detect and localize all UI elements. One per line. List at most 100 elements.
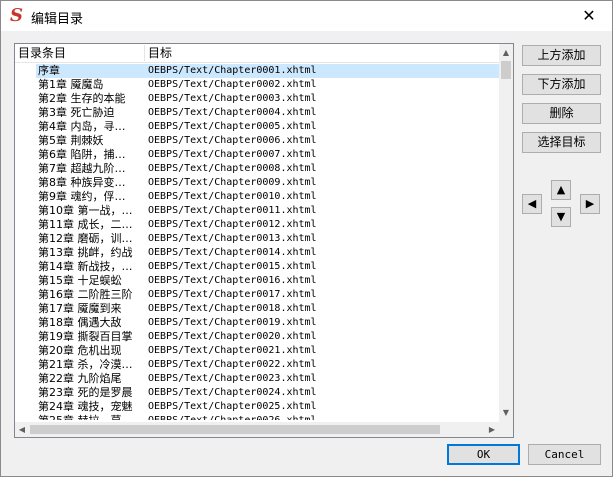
table-row[interactable]: 第13章 挑衅，约战 OEBPS/Text/Chapter0014.xhtml	[15, 246, 499, 260]
toc-entry-target[interactable]: OEBPS/Text/Chapter0016.xhtml	[146, 274, 499, 288]
toc-entry-target[interactable]: OEBPS/Text/Chapter0014.xhtml	[146, 246, 499, 260]
column-header-entry[interactable]: 目录条目	[15, 44, 143, 62]
table-row[interactable]: 第1章 魇魔岛 OEBPS/Text/Chapter0002.xhtml	[15, 78, 499, 92]
table-row[interactable]: 第7章 超越九阶… OEBPS/Text/Chapter0008.xhtml	[15, 162, 499, 176]
cancel-button[interactable]: Cancel	[528, 444, 601, 465]
toc-entry-title[interactable]: 第13章 挑衅，约战	[36, 246, 146, 260]
horizontal-scroll-thumb[interactable]	[30, 425, 440, 434]
toc-entry-target[interactable]: OEBPS/Text/Chapter0026.xhtml	[146, 414, 499, 420]
table-row[interactable]: 第19章 撕裂百目掌 OEBPS/Text/Chapter0020.xhtml	[15, 330, 499, 344]
toc-entry-title[interactable]: 第21章 杀，冷漠…	[36, 358, 146, 372]
ok-button[interactable]: OK	[447, 444, 520, 465]
toc-entry-title[interactable]: 第25章 赫拉，莫…	[36, 414, 146, 420]
toc-entry-target[interactable]: OEBPS/Text/Chapter0012.xhtml	[146, 218, 499, 232]
toc-entry-target[interactable]: OEBPS/Text/Chapter0018.xhtml	[146, 302, 499, 316]
toc-entry-title[interactable]: 第9章 魂约，俘…	[36, 190, 146, 204]
toc-entry-target[interactable]: OEBPS/Text/Chapter0006.xhtml	[146, 134, 499, 148]
toc-entry-title[interactable]: 第6章 陷阱，捕…	[36, 148, 146, 162]
table-row[interactable]: 第17章 魇魔到来 OEBPS/Text/Chapter0018.xhtml	[15, 302, 499, 316]
close-icon[interactable]: ✕	[566, 1, 612, 31]
toc-entry-target[interactable]: OEBPS/Text/Chapter0015.xhtml	[146, 260, 499, 274]
table-row[interactable]: 第18章 偶遇大敌 OEBPS/Text/Chapter0019.xhtml	[15, 316, 499, 330]
toc-entry-title[interactable]: 第18章 偶遇大敌	[36, 316, 146, 330]
scroll-down-icon[interactable]: ▼	[499, 406, 513, 420]
vertical-scroll-thumb[interactable]	[501, 61, 511, 79]
toc-entry-target[interactable]: OEBPS/Text/Chapter0008.xhtml	[146, 162, 499, 176]
scroll-right-icon[interactable]: ▶	[485, 422, 499, 437]
table-row[interactable]: 第21章 杀，冷漠… OEBPS/Text/Chapter0022.xhtml	[15, 358, 499, 372]
toc-entry-target[interactable]: OEBPS/Text/Chapter0005.xhtml	[146, 120, 499, 134]
toc-entry-title[interactable]: 第2章 生存的本能	[36, 92, 146, 106]
toc-entry-title[interactable]: 第20章 危机出现	[36, 344, 146, 358]
table-row[interactable]: 第22章 九阶焰尾 OEBPS/Text/Chapter0023.xhtml	[15, 372, 499, 386]
toc-entry-title[interactable]: 第19章 撕裂百目掌	[36, 330, 146, 344]
toc-entry-target[interactable]: OEBPS/Text/Chapter0019.xhtml	[146, 316, 499, 330]
toc-entry-target[interactable]: OEBPS/Text/Chapter0022.xhtml	[146, 358, 499, 372]
toc-entry-title[interactable]: 第3章 死亡胁迫	[36, 106, 146, 120]
table-row[interactable]: 序章 OEBPS/Text/Chapter0001.xhtml	[15, 64, 499, 78]
add-above-button[interactable]: 上方添加	[522, 45, 601, 66]
table-row[interactable]: 第8章 种族异变… OEBPS/Text/Chapter0009.xhtml	[15, 176, 499, 190]
toc-entry-title[interactable]: 第7章 超越九阶…	[36, 162, 146, 176]
move-right-icon[interactable]: ▶	[580, 194, 600, 214]
toc-entry-title[interactable]: 第24章 魂技，宠魅	[36, 400, 146, 414]
table-row[interactable]: 第24章 魂技，宠魅 OEBPS/Text/Chapter0025.xhtml	[15, 400, 499, 414]
toc-entry-target[interactable]: OEBPS/Text/Chapter0004.xhtml	[146, 106, 499, 120]
toc-entry-title[interactable]: 序章	[36, 64, 146, 78]
toc-entry-target[interactable]: OEBPS/Text/Chapter0009.xhtml	[146, 176, 499, 190]
toc-entry-title[interactable]: 第23章 死的是罗晨	[36, 386, 146, 400]
toc-entry-title[interactable]: 第17章 魇魔到来	[36, 302, 146, 316]
table-row[interactable]: 第4章 内岛，寻… OEBPS/Text/Chapter0005.xhtml	[15, 120, 499, 134]
horizontal-scrollbar[interactable]: ◀ ▶	[15, 422, 499, 437]
toc-entry-target[interactable]: OEBPS/Text/Chapter0001.xhtml	[146, 64, 499, 78]
toc-entry-target[interactable]: OEBPS/Text/Chapter0020.xhtml	[146, 330, 499, 344]
toc-entry-target[interactable]: OEBPS/Text/Chapter0003.xhtml	[146, 92, 499, 106]
table-row[interactable]: 第9章 魂约，俘… OEBPS/Text/Chapter0010.xhtml	[15, 190, 499, 204]
table-row[interactable]: 第10章 第一战，… OEBPS/Text/Chapter0011.xhtml	[15, 204, 499, 218]
table-row[interactable]: 第12章 磨砺，训… OEBPS/Text/Chapter0013.xhtml	[15, 232, 499, 246]
table-row[interactable]: 第23章 死的是罗晨 OEBPS/Text/Chapter0024.xhtml	[15, 386, 499, 400]
toc-entry-target[interactable]: OEBPS/Text/Chapter0011.xhtml	[146, 204, 499, 218]
scroll-up-icon[interactable]: ▲	[499, 46, 513, 60]
table-row[interactable]: 第25章 赫拉，莫…OEBPS/Text/Chapter0026.xhtml	[15, 414, 499, 420]
toc-entry-target[interactable]: OEBPS/Text/Chapter0024.xhtml	[146, 386, 499, 400]
toc-entry-target[interactable]: OEBPS/Text/Chapter0017.xhtml	[146, 288, 499, 302]
toc-entry-title[interactable]: 第16章 二阶胜三阶	[36, 288, 146, 302]
toc-entry-title[interactable]: 第1章 魇魔岛	[36, 78, 146, 92]
select-target-button[interactable]: 选择目标	[522, 132, 601, 153]
toc-entry-title[interactable]: 第8章 种族异变…	[36, 176, 146, 190]
toc-entry-target[interactable]: OEBPS/Text/Chapter0025.xhtml	[146, 400, 499, 414]
table-row[interactable]: 第2章 生存的本能 OEBPS/Text/Chapter0003.xhtml	[15, 92, 499, 106]
toc-entry-target[interactable]: OEBPS/Text/Chapter0021.xhtml	[146, 344, 499, 358]
toc-entry-title[interactable]: 第11章 成长，二…	[36, 218, 146, 232]
scroll-left-icon[interactable]: ◀	[15, 422, 29, 437]
move-left-icon[interactable]: ◀	[522, 194, 542, 214]
vertical-scrollbar[interactable]: ▲ ▼	[499, 44, 513, 422]
move-up-icon[interactable]: ▲	[551, 180, 571, 200]
table-row[interactable]: 第15章 十足蜈蚣 OEBPS/Text/Chapter0016.xhtml	[15, 274, 499, 288]
table-row[interactable]: 第14章 新战技，… OEBPS/Text/Chapter0015.xhtml	[15, 260, 499, 274]
add-below-button[interactable]: 下方添加	[522, 74, 601, 95]
table-row[interactable]: 第3章 死亡胁迫 OEBPS/Text/Chapter0004.xhtml	[15, 106, 499, 120]
toc-tree-view[interactable]: 目录条目 目标 序章 OEBPS/Text/Chapter0001.xhtml 第1…	[14, 43, 514, 438]
column-header-target[interactable]: 目标	[145, 44, 488, 62]
toc-entry-target[interactable]: OEBPS/Text/Chapter0023.xhtml	[146, 372, 499, 386]
toc-entry-title[interactable]: 第10章 第一战，…	[36, 204, 146, 218]
move-down-icon[interactable]: ▼	[551, 207, 571, 227]
table-row[interactable]: 第5章 荆棘妖 OEBPS/Text/Chapter0006.xhtml	[15, 134, 499, 148]
table-row[interactable]: 第16章 二阶胜三阶 OEBPS/Text/Chapter0017.xhtml	[15, 288, 499, 302]
toc-entry-title[interactable]: 第22章 九阶焰尾	[36, 372, 146, 386]
toc-entry-target[interactable]: OEBPS/Text/Chapter0007.xhtml	[146, 148, 499, 162]
toc-entry-title[interactable]: 第5章 荆棘妖	[36, 134, 146, 148]
table-row[interactable]: 第6章 陷阱，捕… OEBPS/Text/Chapter0007.xhtml	[15, 148, 499, 162]
toc-entry-target[interactable]: OEBPS/Text/Chapter0013.xhtml	[146, 232, 499, 246]
toc-entry-title[interactable]: 第12章 磨砺，训…	[36, 232, 146, 246]
toc-entry-target[interactable]: OEBPS/Text/Chapter0010.xhtml	[146, 190, 499, 204]
delete-button[interactable]: 删除	[522, 103, 601, 124]
table-row[interactable]: 第20章 危机出现 OEBPS/Text/Chapter0021.xhtml	[15, 344, 499, 358]
toc-entry-target[interactable]: OEBPS/Text/Chapter0002.xhtml	[146, 78, 499, 92]
toc-entry-title[interactable]: 第14章 新战技，…	[36, 260, 146, 274]
toc-entry-title[interactable]: 第4章 内岛，寻…	[36, 120, 146, 134]
table-row[interactable]: 第11章 成长，二… OEBPS/Text/Chapter0012.xhtml	[15, 218, 499, 232]
toc-entry-title[interactable]: 第15章 十足蜈蚣	[36, 274, 146, 288]
